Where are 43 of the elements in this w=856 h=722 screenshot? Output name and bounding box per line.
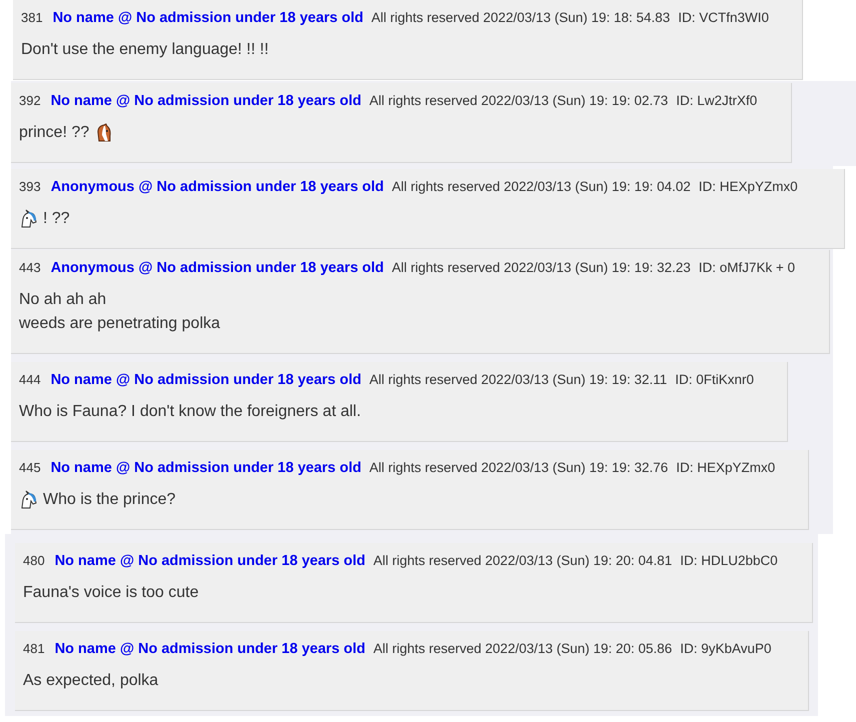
post-text: Don't use the enemy language! !! !!	[21, 40, 269, 60]
post-text: As expected, polka	[23, 671, 158, 691]
poster-id: ID: oMfJ7Kk + 0	[698, 259, 796, 277]
poster-id: ID: Lw2JtrXf0	[676, 92, 758, 110]
post-date: All rights reserved 2022/03/13 (Sun) 19: 18: 54.83	[371, 9, 670, 27]
post-number: 443	[19, 259, 41, 277]
unicorn-head-icon	[19, 490, 39, 510]
poster-id: ID: VCTfn3WI0	[678, 9, 769, 27]
post-date: All rights reserved 2022/03/13 (Sun) 19: 19: 32.23	[392, 259, 691, 277]
post-text: weeds are penetrating polka	[19, 314, 220, 334]
post-number: 480	[23, 552, 45, 570]
author-link[interactable]: No name @ No admission under 18 years old	[50, 371, 362, 389]
post-number: 381	[21, 9, 43, 27]
post-date: All rights reserved 2022/03/13 (Sun) 19: 19: 04.02	[392, 178, 691, 196]
post-text: prince! ??	[19, 123, 90, 143]
post-text: Fauna's voice is too cute	[23, 583, 199, 603]
author-link[interactable]: Anonymous @ No admission under 18 years old	[50, 178, 384, 196]
poster-id: ID: 9yKbAvuP0	[680, 640, 772, 658]
post-number: 481	[23, 640, 45, 658]
post-date: All rights reserved 2022/03/13 (Sun) 19: 19: 32.11	[369, 371, 668, 389]
author-link[interactable]: No name @ No admission under 18 years old	[52, 9, 364, 27]
author-link[interactable]: Anonymous @ No admission under 18 years old	[50, 259, 384, 277]
post-date: All rights reserved 2022/03/13 (Sun) 19: 19: 02.73	[369, 92, 668, 110]
poster-id: ID: 0FtiKxnr0	[675, 371, 754, 389]
post-number: 392	[19, 92, 41, 110]
post-text: Who is Fauna? I don't know the foreigners at all.	[19, 402, 361, 422]
author-link[interactable]: No name @ No admission under 18 years old	[54, 640, 366, 658]
author-link[interactable]: No name @ No admission under 18 years old	[50, 92, 362, 110]
post-date: All rights reserved 2022/03/13 (Sun) 19: 19: 32.76	[369, 459, 668, 477]
post-date: All rights reserved 2022/03/13 (Sun) 19: 20: 05.86	[373, 640, 672, 658]
post-text: ! ??	[43, 209, 70, 229]
post-date: All rights reserved 2022/03/13 (Sun) 19: 20: 04.81	[373, 552, 672, 570]
poster-id: ID: HEXpYZmx0	[676, 459, 776, 477]
poster-id: ID: HDLU2bbC0	[680, 552, 778, 570]
author-link[interactable]: No name @ No admission under 18 years old	[54, 552, 366, 570]
post-number: 393	[19, 178, 41, 196]
post-number: 445	[19, 459, 41, 477]
unicorn-head-icon	[19, 209, 39, 229]
post-text: Who is the prince?	[43, 490, 176, 510]
poster-id: ID: HEXpYZmx0	[698, 178, 798, 196]
post-number: 444	[19, 371, 41, 389]
post-text: No ah ah ah	[19, 290, 106, 310]
author-link[interactable]: No name @ No admission under 18 years old	[50, 459, 362, 477]
